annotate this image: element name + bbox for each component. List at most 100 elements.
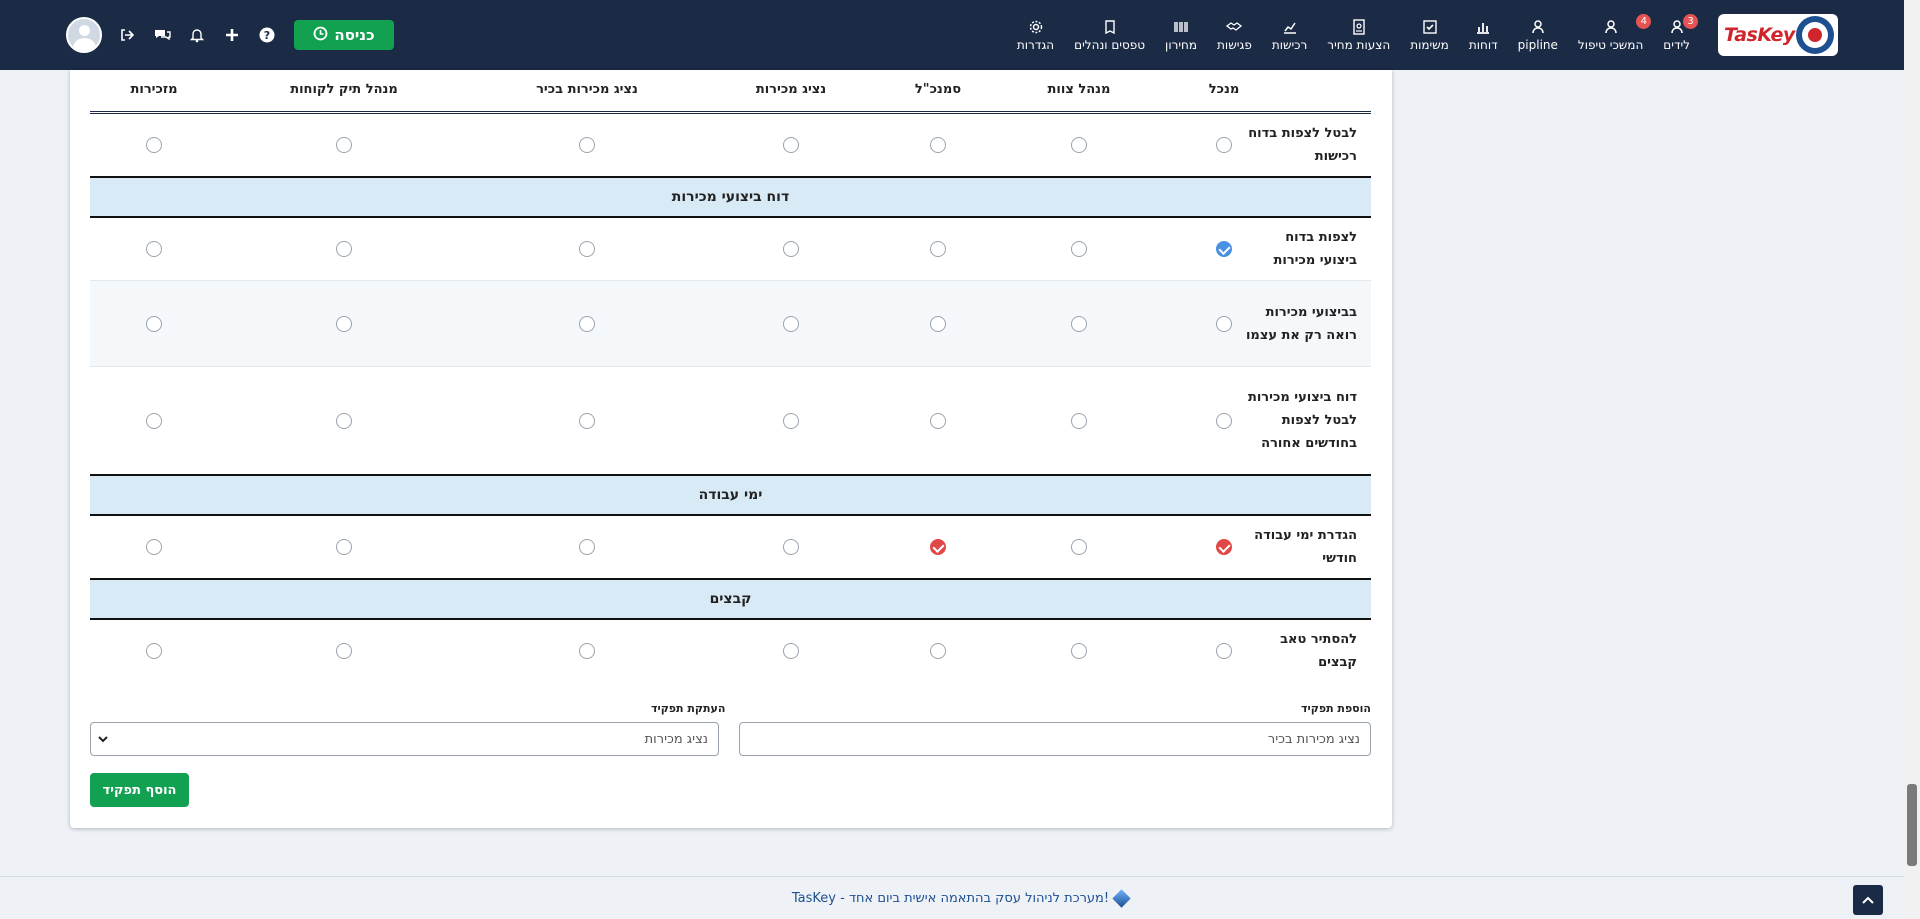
notification-badge: 3 [1683, 14, 1698, 29]
col-header-secretary: מזכירות [130, 82, 178, 97]
radio-account-manager[interactable] [336, 539, 352, 555]
radio-ceo[interactable] [1216, 241, 1232, 257]
nav-item-8[interactable]: מחירון [1155, 0, 1207, 70]
radio-team-manager[interactable] [1071, 539, 1087, 555]
page-scrollbar[interactable] [1904, 0, 1920, 919]
radio-team-manager[interactable] [1071, 412, 1087, 429]
plus-icon[interactable] [221, 24, 243, 46]
book-icon [1102, 19, 1118, 38]
nav-item-3[interactable]: דוחות [1459, 0, 1508, 70]
radio-team-manager[interactable] [1071, 315, 1087, 332]
radio-secretary[interactable] [146, 137, 162, 153]
permission-label: דוח ביצועי מכירות לבטל לצפות בחודשים אחו… [1247, 390, 1357, 451]
taskey-logo[interactable]: TasKey [1718, 14, 1838, 56]
radio-sales-rep[interactable] [783, 539, 799, 555]
gear-icon [1028, 19, 1044, 38]
nav-item-9[interactable]: טפסים ונהלים [1064, 0, 1155, 70]
chat-icon[interactable] [151, 24, 173, 46]
radio-sales-rep[interactable] [783, 137, 799, 153]
top-navbar: TasKey לידים 3 המשכי טיפול 4 pipline דוחות משי… [0, 0, 1920, 70]
radio-team-manager[interactable] [1071, 643, 1087, 659]
footer-text: TasKey - מערכת לניהול עסק בהתאמה אישית ב… [791, 890, 1110, 906]
radio-account-manager[interactable] [336, 643, 352, 659]
radio-vp[interactable] [930, 137, 946, 153]
radio-ceo[interactable] [1216, 643, 1232, 659]
scroll-to-top-button[interactable] [1853, 885, 1883, 915]
checkin-label: כניסה [334, 26, 375, 44]
table-row: לצפות בדוח ביצועי מכירות [90, 218, 1371, 281]
radio-senior-sales-rep[interactable] [579, 539, 595, 555]
radio-ceo[interactable] [1216, 315, 1232, 332]
section-title: דוח ביצועי מכירות [671, 189, 790, 205]
section-header-files: קבצים [90, 580, 1371, 620]
radio-senior-sales-rep[interactable] [579, 643, 595, 659]
radio-vp[interactable] [930, 412, 946, 429]
radio-ceo[interactable] [1216, 539, 1232, 555]
document-icon [1351, 18, 1367, 38]
bell-icon[interactable] [186, 24, 208, 46]
radio-sales-rep[interactable] [783, 241, 799, 257]
radio-account-manager[interactable] [336, 137, 352, 153]
svg-text:?: ? [264, 29, 270, 42]
col-header-account-manager: מנהל תיק לקוחות [290, 82, 398, 97]
col-header-sales-rep: נציג מכירות [755, 82, 827, 97]
user-avatar[interactable] [66, 17, 102, 53]
nav-item-4[interactable]: משימות [1400, 0, 1459, 70]
add-role-input[interactable]: נציג מכירות בכיר [739, 722, 1371, 756]
radio-ceo[interactable] [1216, 137, 1232, 153]
nav-item-6[interactable]: רכישות [1262, 0, 1317, 70]
permission-label: לבטל לצפות בדוח רכישות [1248, 126, 1357, 164]
permission-label: בביצועי מכירות רואה רק את עצמו [1245, 304, 1357, 343]
radio-secretary[interactable] [146, 539, 162, 555]
nav-item-10[interactable]: הגדרות [1007, 0, 1064, 70]
table-row: להסתיר טאב קבצים [90, 620, 1371, 682]
handshake-icon [1226, 19, 1243, 38]
nav-item-label: פגישות [1217, 37, 1252, 52]
scrollbar-thumb[interactable] [1907, 784, 1917, 866]
nav-item-5[interactable]: הצעות מחיר [1317, 0, 1400, 70]
radio-senior-sales-rep[interactable] [579, 137, 595, 153]
radio-vp[interactable] [930, 643, 946, 659]
radio-sales-rep[interactable] [783, 643, 799, 659]
section-title: ימי עבודה [698, 487, 763, 503]
radio-vp[interactable] [930, 315, 946, 332]
radio-secretary[interactable] [146, 315, 162, 332]
nav-item-label: מחירון [1165, 37, 1198, 52]
radio-ceo[interactable] [1216, 412, 1232, 429]
nav-item-0[interactable]: לידים 3 [1653, 0, 1700, 70]
barcode-icon [1173, 19, 1189, 38]
nav-item-2[interactable]: pipline [1508, 0, 1568, 70]
table-row: דוח ביצועי מכירות לבטל לצפות בחודשים אחו… [90, 367, 1371, 476]
diamond-icon [1112, 888, 1131, 908]
radio-vp[interactable] [930, 241, 946, 257]
col-header-vp: סמנכ"ל [914, 82, 962, 97]
nav-item-7[interactable]: פגישות [1207, 0, 1262, 70]
radio-secretary[interactable] [146, 412, 162, 429]
purchase-chart-icon [1282, 19, 1298, 38]
nav-item-label: pipline [1517, 37, 1558, 52]
user-toolbar: ? כניסה [66, 0, 394, 70]
radio-team-manager[interactable] [1071, 137, 1087, 153]
radio-senior-sales-rep[interactable] [579, 412, 595, 429]
radio-secretary[interactable] [146, 643, 162, 659]
radio-senior-sales-rep[interactable] [579, 241, 595, 257]
radio-account-manager[interactable] [336, 412, 352, 429]
copy-role-select[interactable]: נציג מכירות [90, 722, 719, 756]
page-footer: TasKey - מערכת לניהול עסק בהתאמה אישית ב… [0, 876, 1920, 919]
checkin-button[interactable]: כניסה [294, 20, 394, 50]
radio-account-manager[interactable] [336, 315, 352, 332]
help-icon[interactable]: ? [256, 24, 278, 46]
radio-vp[interactable] [930, 539, 946, 555]
copy-role-field-label: העתקת תפקיד [651, 702, 726, 715]
radio-sales-rep[interactable] [783, 412, 799, 429]
radio-team-manager[interactable] [1071, 241, 1087, 257]
permission-label: הגדרת ימי עבודה חודשי [1254, 528, 1357, 566]
nav-item-1[interactable]: המשכי טיפול 4 [1568, 0, 1653, 70]
radio-senior-sales-rep[interactable] [579, 315, 595, 332]
radio-account-manager[interactable] [336, 241, 352, 257]
col-header-team-manager: מנהל צוות [1047, 82, 1111, 97]
add-role-button[interactable]: הוסף תפקיד [90, 773, 189, 807]
radio-secretary[interactable] [146, 241, 162, 257]
radio-sales-rep[interactable] [783, 315, 799, 332]
logout-icon[interactable] [116, 24, 138, 46]
